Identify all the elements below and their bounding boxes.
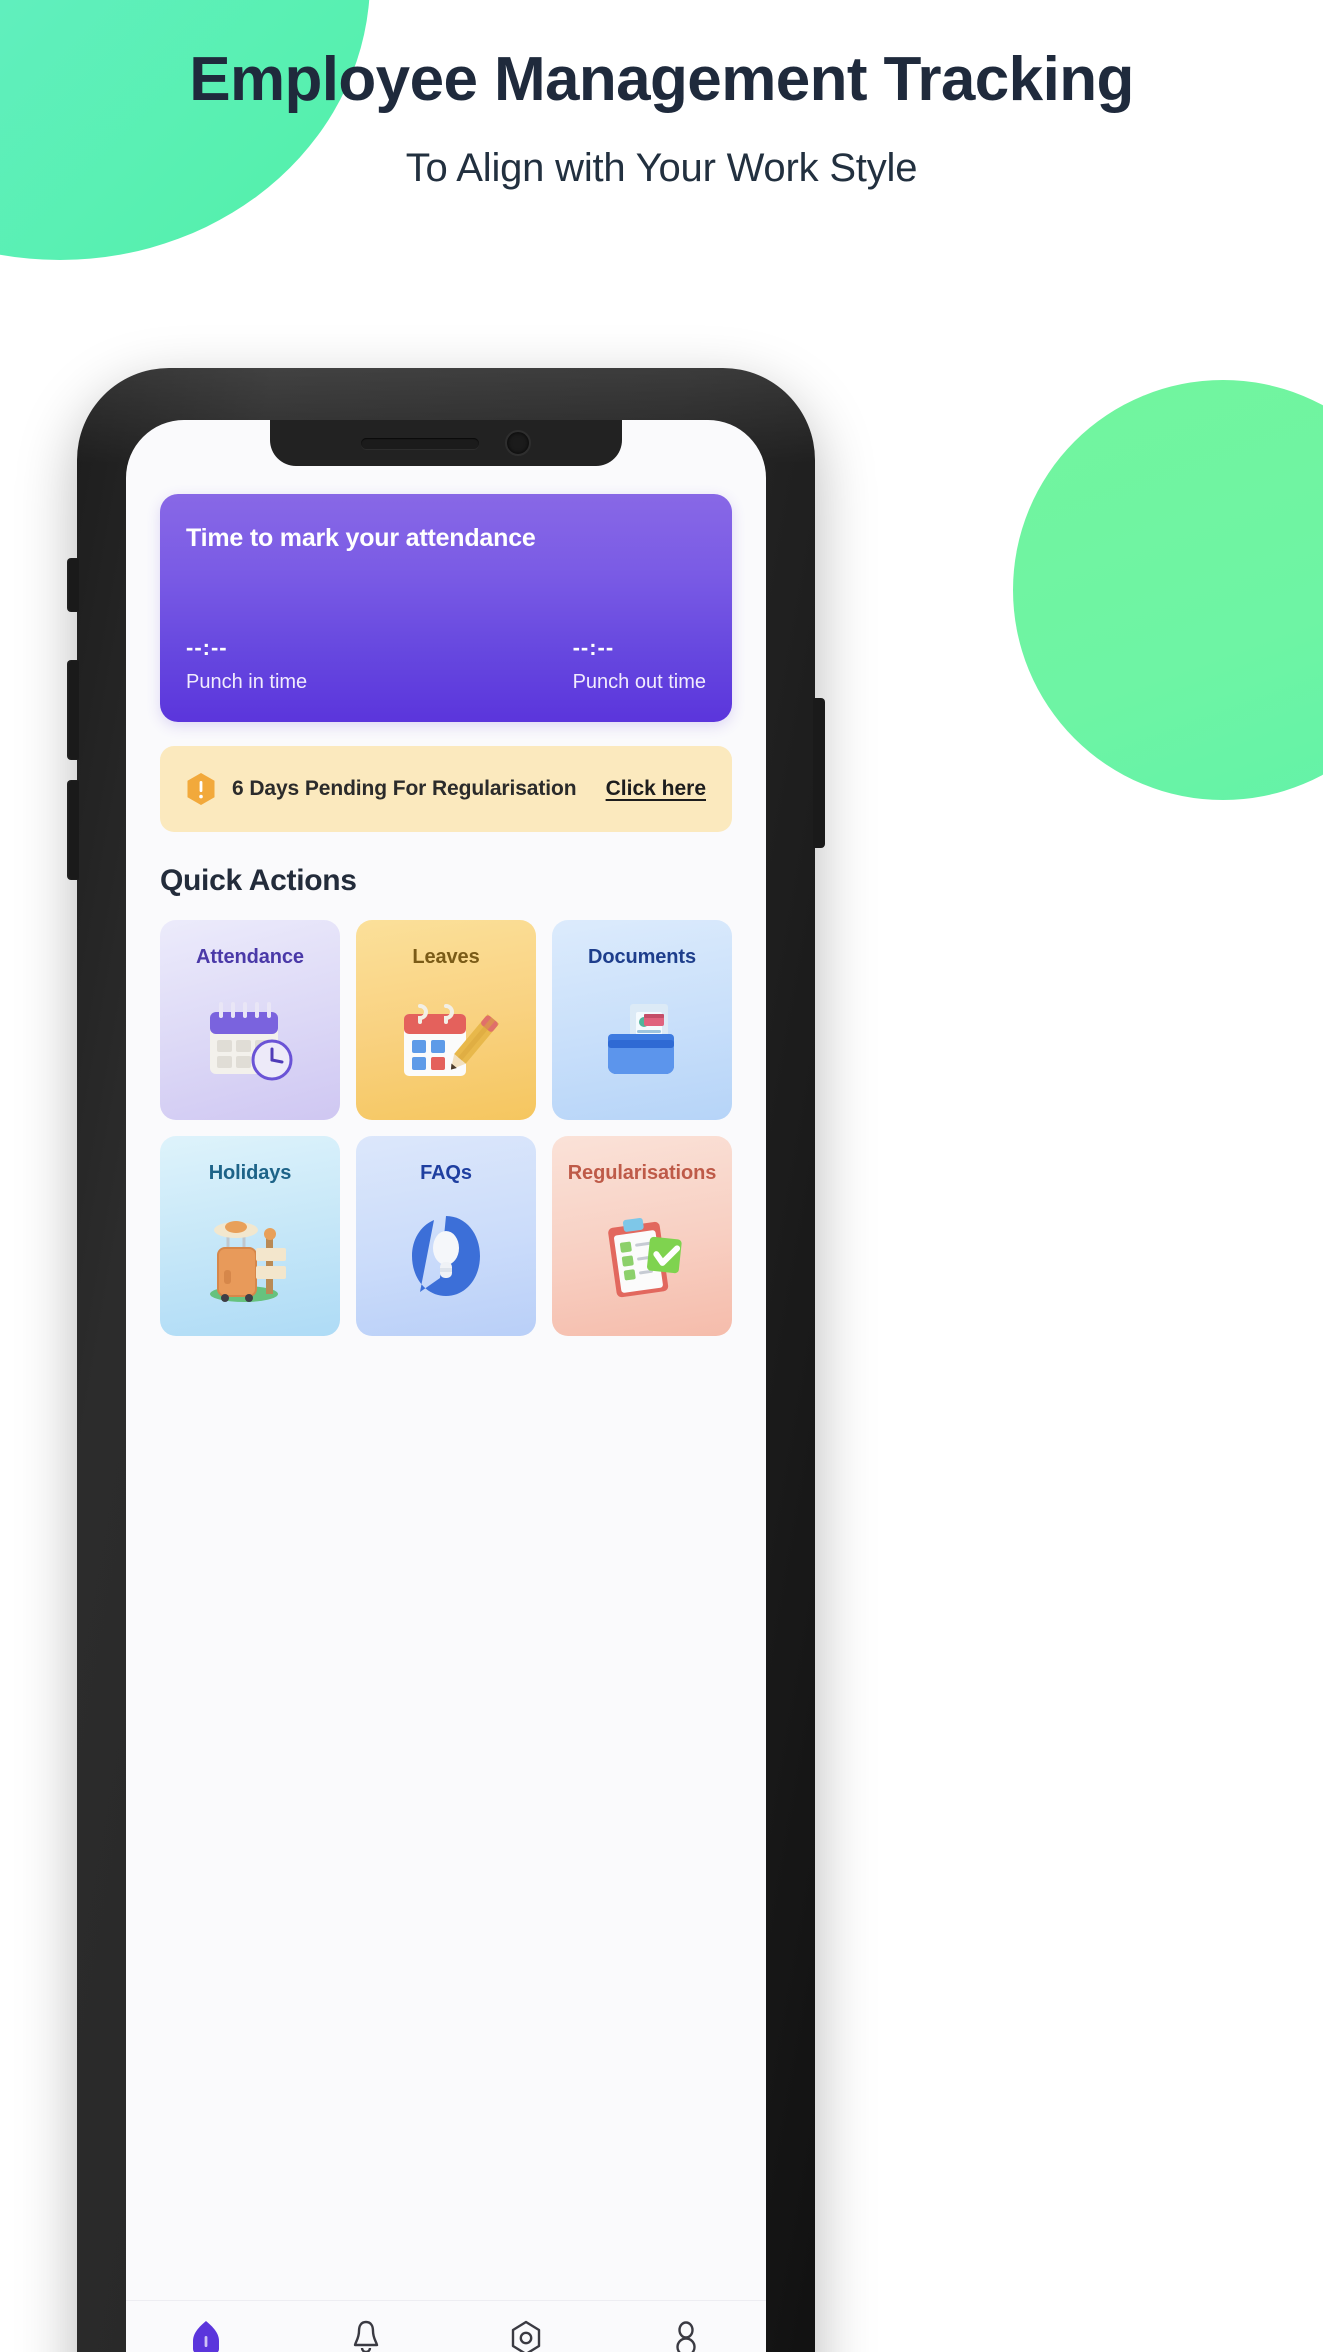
quick-action-holidays[interactable]: Holidays: [160, 1136, 340, 1336]
page-title: Employee Management Tracking: [189, 45, 1134, 114]
attendance-card-title: Time to mark your attendance: [186, 524, 536, 552]
quick-action-label: Attendance: [196, 946, 304, 968]
earpiece-speaker-icon: [361, 437, 479, 449]
app-home-screen: Time to mark your attendance --:-- Punch…: [126, 420, 766, 2352]
phone-mockup: Time to mark your attendance --:-- Punch…: [67, 368, 825, 2352]
phone-volume-down-button[interactable]: [67, 780, 79, 880]
nav-item-home[interactable]: Home: [126, 2317, 286, 2352]
screen-spacer: [160, 1336, 732, 2300]
quick-action-label: FAQs: [420, 1162, 472, 1184]
quick-action-label: Holidays: [208, 1162, 292, 1184]
clipboard-check-icon: [552, 1198, 732, 1318]
punch-in-time-label: Punch in time: [186, 671, 308, 693]
punch-out-time-value: --:--: [572, 635, 615, 660]
phone-mute-switch[interactable]: [67, 558, 79, 612]
phone-volume-up-button[interactable]: [67, 660, 79, 760]
attendance-card[interactable]: Time to mark your attendance --:-- Punch…: [160, 494, 732, 722]
phone-power-button[interactable]: [813, 698, 825, 848]
punch-in-block[interactable]: --:-- Punch in time: [186, 635, 307, 694]
speech-bulb-icon: [356, 1198, 536, 1318]
quick-action-documents[interactable]: Documents: [552, 920, 732, 1120]
punch-out-block[interactable]: --:-- Punch out time: [573, 635, 706, 694]
front-camera-icon: [505, 430, 531, 456]
calendar-pencil-icon: [356, 982, 536, 1102]
marketing-screenshot: Employee Management Tracking To Align wi…: [0, 0, 1323, 2352]
nav-item-manager[interactable]: Manager: [446, 2317, 606, 2352]
pending-banner-link[interactable]: Click here: [606, 777, 706, 801]
quick-actions-heading: Quick Actions: [160, 864, 357, 897]
quick-action-label: Regularisations: [567, 1162, 717, 1184]
document-tray-icon: [552, 982, 732, 1102]
punch-out-time-label: Punch out time: [572, 671, 706, 693]
quick-action-leaves[interactable]: Leaves: [356, 920, 536, 1120]
warning-hexagon-icon: [186, 772, 216, 806]
hero-section: Employee Management Tracking To Align wi…: [0, 0, 1323, 193]
page-subtitle: To Align with Your Work Style: [405, 146, 918, 191]
phone-notch: [270, 420, 622, 466]
nav-item-profile[interactable]: Profile: [606, 2317, 766, 2352]
suitcase-signpost-icon: [160, 1198, 340, 1318]
punch-in-time-value: --:--: [186, 635, 228, 660]
nav-item-notifications[interactable]: Notifications: [286, 2317, 446, 2352]
quick-action-label: Leaves: [412, 946, 480, 968]
quick-action-regularisations[interactable]: Regularisations: [552, 1136, 732, 1336]
pending-regularisation-banner[interactable]: 6 Days Pending For Regularisation Click …: [160, 746, 732, 832]
person-icon: [669, 2317, 703, 2352]
quick-action-attendance[interactable]: Attendance: [160, 920, 340, 1120]
quick-action-faqs[interactable]: FAQs: [356, 1136, 536, 1336]
home-icon: [189, 2317, 223, 2352]
hexagon-gear-icon: [509, 2317, 543, 2352]
phone-screen: Time to mark your attendance --:-- Punch…: [126, 420, 766, 2352]
pending-banner-text: 6 Days Pending For Regularisation: [232, 777, 577, 800]
calendar-clock-icon: [160, 982, 340, 1102]
decorative-blob-right: [1013, 380, 1323, 800]
punch-row: --:-- Punch in time --:-- Punch out time: [186, 635, 706, 694]
bell-icon: [349, 2317, 383, 2352]
quick-action-label: Documents: [587, 946, 696, 968]
bottom-navigation-bar: Home Notifications: [126, 2300, 766, 2352]
quick-actions-grid: Attendance Leaves Documents Holidays FAQ…: [160, 920, 732, 1336]
